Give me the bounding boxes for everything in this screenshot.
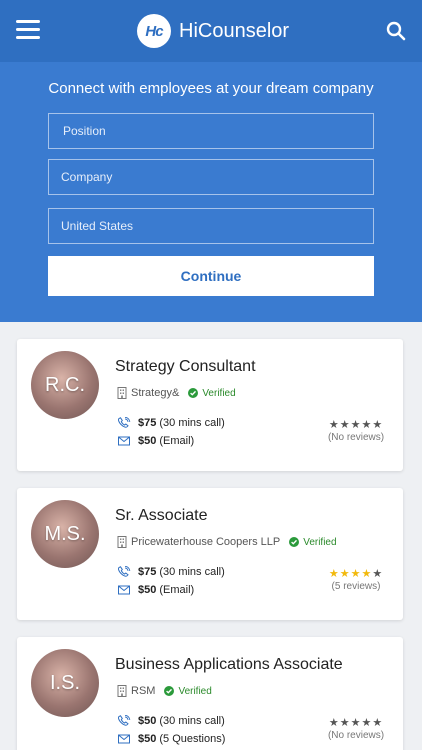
phone-icon: [118, 715, 131, 726]
star-icon: ★: [328, 568, 340, 580]
building-icon: [117, 387, 127, 399]
verified-label: Verified: [178, 685, 212, 697]
logo-mark: Hc: [137, 14, 171, 48]
email-price-note: (Email): [159, 584, 195, 596]
counselor-card[interactable]: I.S. Business Applications Associate RSM…: [17, 637, 403, 750]
rating: ★★★★★ (5 reviews): [326, 568, 386, 592]
call-price-note: (30 mins call): [159, 566, 225, 578]
company-name: Strategy&: [131, 387, 180, 399]
check-circle-icon: [164, 686, 175, 696]
call-price-note: (30 mins call): [159, 715, 225, 727]
star-icon: ★: [350, 717, 362, 729]
company-name: Pricewaterhouse Coopers LLP: [131, 536, 281, 548]
call-price-row: $50 (30 mins call): [117, 715, 225, 727]
building-icon: [117, 536, 127, 548]
email-price-row: $50 (Email): [117, 435, 194, 447]
company-name: RSM: [131, 685, 156, 697]
star-icon: ★: [361, 717, 373, 729]
counselor-card[interactable]: R.C. Strategy Consultant Strategy& Verif…: [17, 339, 403, 471]
email-icon: [118, 734, 130, 744]
email-icon: [118, 436, 130, 446]
star-icon: ★: [372, 419, 384, 431]
building-icon: [117, 685, 127, 697]
continue-button[interactable]: Continue: [48, 256, 374, 296]
company-row: Pricewaterhouse Coopers LLP Verified: [117, 536, 337, 548]
star-rating: ★★★★★: [326, 717, 386, 729]
verified-label: Verified: [303, 536, 337, 548]
star-rating: ★★★★★: [326, 419, 386, 431]
email-price-row: $50 (Email): [117, 584, 194, 596]
star-icon: ★: [372, 568, 384, 580]
verified-badge: Verified: [164, 685, 212, 697]
call-price-row: $75 (30 mins call): [117, 566, 225, 578]
app-logo[interactable]: Hc HiCounselor: [137, 13, 289, 49]
rating: ★★★★★ (No reviews): [326, 717, 386, 741]
call-price: $75: [138, 566, 157, 578]
search-icon[interactable]: [386, 21, 406, 41]
star-rating: ★★★★★: [326, 568, 386, 580]
verified-badge: Verified: [289, 536, 337, 548]
avatar: R.C.: [31, 351, 99, 419]
position-input[interactable]: Position: [48, 113, 374, 149]
phone-icon: [118, 566, 131, 577]
check-circle-icon: [188, 388, 199, 398]
star-icon: ★: [350, 568, 362, 580]
star-icon: ★: [339, 717, 351, 729]
email-price-row: $50 (5 Questions): [117, 733, 225, 745]
app-header: Hc HiCounselor: [0, 0, 422, 62]
verified-badge: Verified: [188, 387, 236, 399]
company-input[interactable]: Company: [48, 159, 374, 195]
search-panel-title: Connect with employees at your dream com…: [48, 80, 374, 97]
star-icon: ★: [372, 717, 384, 729]
country-input[interactable]: United States: [48, 208, 374, 244]
star-icon: ★: [328, 717, 340, 729]
counselor-title: Sr. Associate: [115, 507, 208, 524]
counselor-card[interactable]: M.S. Sr. Associate Pricewaterhouse Coope…: [17, 488, 403, 620]
avatar: I.S.: [31, 649, 99, 717]
check-circle-icon: [289, 537, 300, 547]
star-icon: ★: [361, 419, 373, 431]
counselor-title: Business Applications Associate: [115, 656, 343, 673]
review-count: (No reviews): [327, 432, 385, 443]
company-row: RSM Verified: [117, 685, 212, 697]
rating: ★★★★★ (No reviews): [326, 419, 386, 443]
email-price: $50: [138, 733, 157, 745]
call-price-note: (30 mins call): [159, 417, 225, 429]
star-icon: ★: [339, 419, 351, 431]
call-price-row: $75 (30 mins call): [117, 417, 225, 429]
call-price: $50: [138, 715, 157, 727]
email-price: $50: [138, 584, 157, 596]
company-row: Strategy& Verified: [117, 387, 236, 399]
call-price: $75: [138, 417, 157, 429]
email-icon: [118, 585, 130, 595]
app-name: HiCounselor: [179, 19, 290, 42]
star-icon: ★: [350, 419, 362, 431]
counselor-title: Strategy Consultant: [115, 358, 256, 375]
search-panel: Connect with employees at your dream com…: [0, 62, 422, 322]
star-icon: ★: [328, 419, 340, 431]
verified-label: Verified: [202, 387, 236, 399]
review-count: (No reviews): [327, 730, 385, 741]
email-price-note: (Email): [159, 435, 195, 447]
star-icon: ★: [361, 568, 373, 580]
email-price: $50: [138, 435, 157, 447]
review-count: (5 reviews): [331, 581, 381, 592]
email-price-note: (5 Questions): [159, 733, 226, 745]
star-icon: ★: [339, 568, 351, 580]
phone-icon: [118, 417, 131, 428]
menu-icon[interactable]: [16, 20, 40, 40]
avatar: M.S.: [31, 500, 99, 568]
